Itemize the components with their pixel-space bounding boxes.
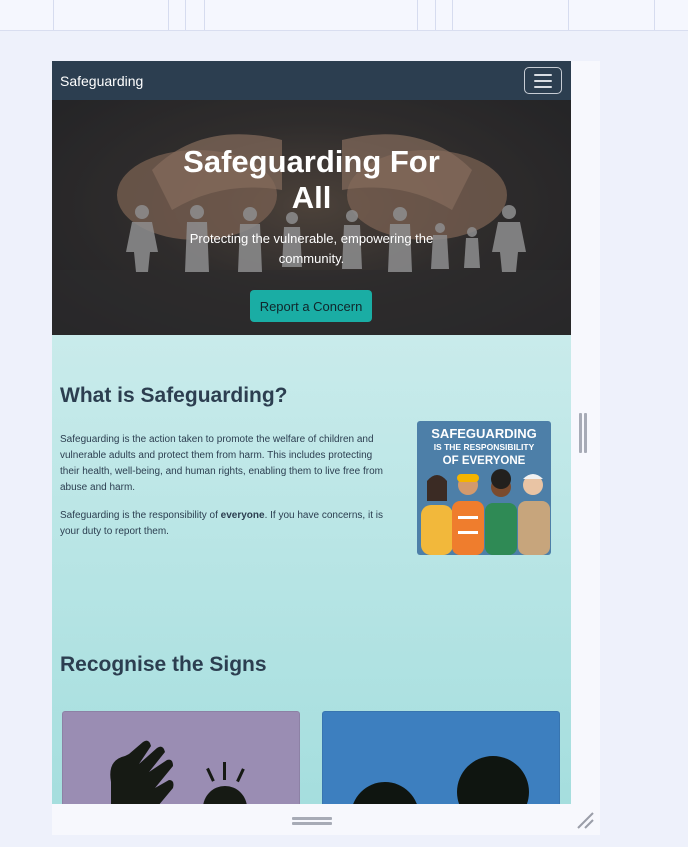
- resize-corner-icon[interactable]: [574, 809, 596, 831]
- ruler-divider: [204, 0, 205, 30]
- report-concern-button[interactable]: Report a Concern: [250, 290, 372, 322]
- resize-handle-right[interactable]: [579, 413, 588, 453]
- grip-line: [292, 817, 332, 820]
- ruler-divider: [417, 0, 418, 30]
- about-paragraph-2-emphasis: everyone: [220, 510, 265, 521]
- hero-subtitle: Protecting the vulnerable, empowering th…: [189, 231, 434, 266]
- ruler-divider: [452, 0, 453, 30]
- poster-text-line-2: IS THE RESPONSIBILITY: [434, 442, 535, 452]
- section-heading-signs: Recognise the Signs: [60, 653, 267, 676]
- section-heading-about: What is Safeguarding?: [60, 384, 288, 407]
- resize-handle-bottom[interactable]: [292, 817, 332, 825]
- sign-card-physical[interactable]: [62, 711, 300, 804]
- two-heads-icon: [353, 756, 529, 804]
- ruler-divider: [568, 0, 569, 30]
- about-paragraph-1: Safeguarding is the action taken to prom…: [60, 434, 383, 493]
- poster-text-line-3: OF EVERYONE: [443, 455, 526, 467]
- content-section: What is Safeguarding? Safeguarding is th…: [52, 335, 571, 804]
- ruler-divider: [435, 0, 436, 30]
- hero-title: Safeguarding For All: [183, 144, 440, 215]
- hamburger-icon: [534, 73, 552, 76]
- hamburger-icon-line: [534, 79, 552, 82]
- about-paragraph-2-text: Safeguarding is the responsibility of: [60, 510, 221, 521]
- grip-line: [584, 413, 587, 453]
- page-viewport[interactable]: Safeguarding Safeguarding For All Protec…: [52, 61, 571, 804]
- hero-section: Safeguarding For All Protecting the vuln…: [52, 100, 571, 335]
- device-frame: Safeguarding Safeguarding For All Protec…: [52, 61, 600, 835]
- grip-line: [579, 413, 582, 453]
- menu-toggle-button[interactable]: [524, 67, 562, 94]
- navbar: Safeguarding: [52, 61, 571, 100]
- hamburger-icon-line: [534, 85, 552, 88]
- ruler-divider: [654, 0, 655, 30]
- ruler-divider: [185, 0, 186, 30]
- sign-card-emotional[interactable]: [322, 711, 560, 804]
- raised-hand-icon: [110, 740, 247, 804]
- ruler-divider: [168, 0, 169, 30]
- navbar-brand[interactable]: Safeguarding: [60, 73, 143, 89]
- grip-line: [292, 822, 332, 825]
- poster-text-line-1: SAFEGUARDING: [431, 426, 536, 441]
- about-paragraph-2: Safeguarding is the responsibility of ev…: [60, 508, 390, 540]
- ruler-divider: [53, 0, 54, 30]
- ruler-strip: [0, 0, 688, 31]
- responsibility-poster: SAFEGUARDING IS THE RESPONSIBILITY OF EV…: [417, 421, 551, 555]
